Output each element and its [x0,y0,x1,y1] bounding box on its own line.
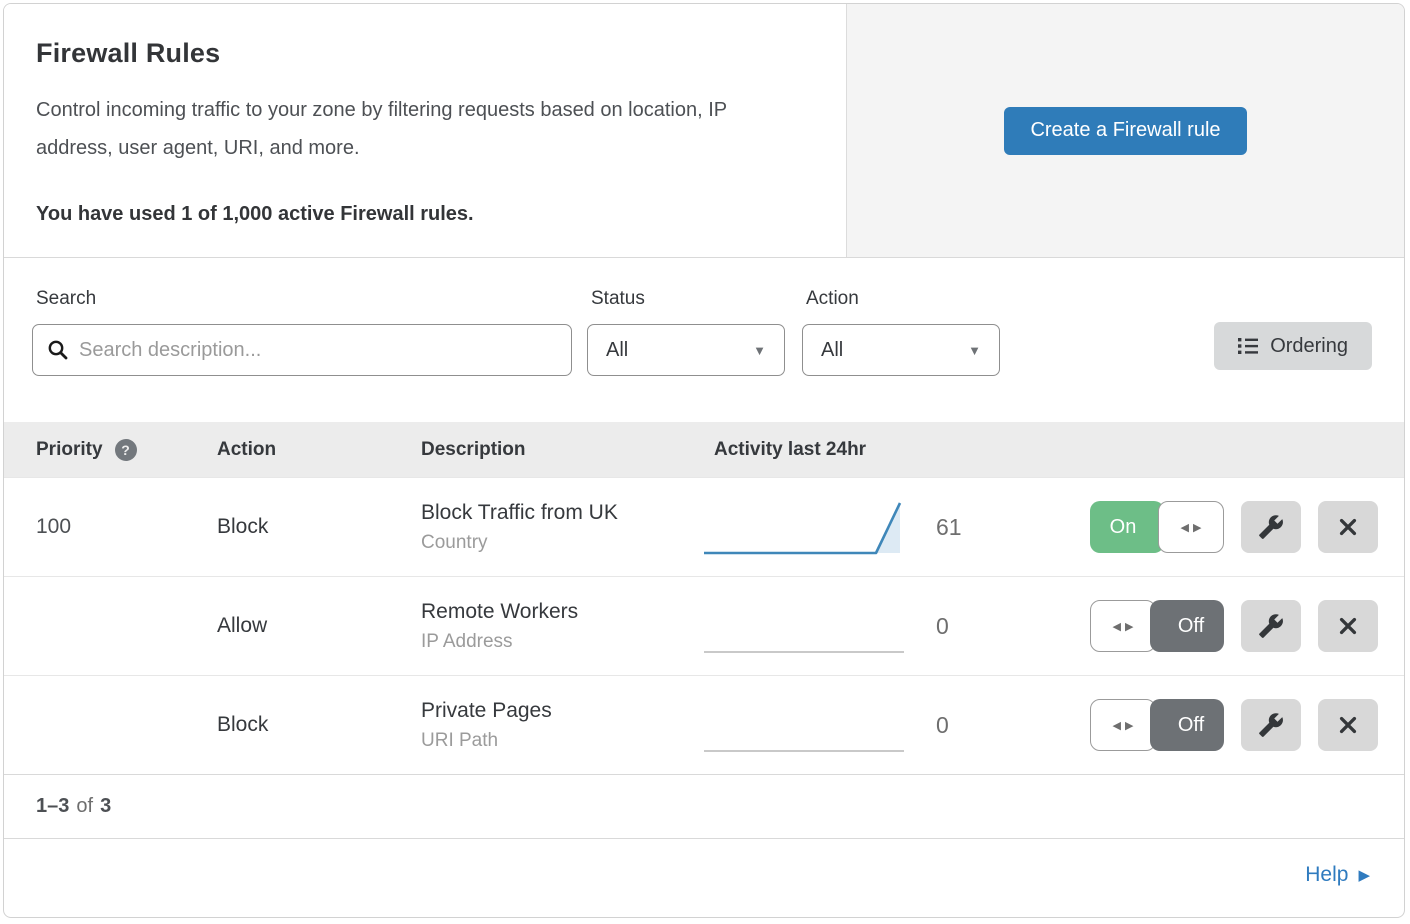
wrench-icon [1258,613,1284,639]
priority-header-label: Priority [36,439,103,461]
rule-activity-cell: 0 [682,595,1060,657]
rule-activity-cell: 0 [682,694,1060,756]
help-row: Help ▶ [4,838,1404,911]
toggle-off-label: Off [1150,699,1224,751]
search-icon [47,339,69,361]
rule-description-cell: Private Pages URI Path [389,699,682,752]
rule-match-type: Country [421,532,682,554]
delete-rule-button[interactable] [1318,501,1378,553]
edit-rule-button[interactable] [1241,699,1301,751]
help-link-label: Help [1305,863,1348,887]
list-ordering-icon [1238,337,1258,355]
activity-count: 0 [936,613,949,640]
activity-count: 0 [936,712,949,739]
search-input[interactable] [79,339,557,362]
chevron-down-icon: ▼ [968,343,981,358]
table-row: 100 Block Block Traffic from UK Country … [4,477,1404,576]
header-text-block: Firewall Rules Control incoming traffic … [4,4,846,257]
rule-activity-cell: 61 [682,496,1060,558]
toggle-on-label: On [1090,501,1164,553]
rule-description: Block Traffic from UK [421,501,682,525]
table-row: Allow Remote Workers IP Address 0 ◀▶ Off [4,576,1404,675]
rule-enabled-toggle[interactable]: ◀▶ Off [1090,699,1224,751]
edit-rule-button[interactable] [1241,600,1301,652]
delete-rule-button[interactable] [1318,699,1378,751]
status-group: Status All ▼ [587,288,785,376]
toggle-handle-icon[interactable]: ◀▶ [1158,501,1224,553]
filter-bar: Search Status All ▼ Action All ▼ [4,258,1404,422]
header-action-panel: Create a Firewall rule [846,4,1404,257]
rule-controls: ◀▶ Off [1060,699,1404,751]
status-selected-value: All [606,339,628,362]
search-label: Search [32,288,572,310]
toggle-handle-icon[interactable]: ◀▶ [1090,699,1156,751]
page-description: Control incoming traffic to your zone by… [36,91,806,167]
toggle-handle-icon[interactable]: ◀▶ [1090,600,1156,652]
rule-action: Block [185,713,389,737]
rule-description-cell: Block Traffic from UK Country [389,501,682,554]
column-header-priority: Priority ? [4,439,185,461]
status-label: Status [587,288,785,310]
activity-sparkline [704,496,904,558]
ordering-button[interactable]: Ordering [1214,322,1372,370]
priority-help-icon[interactable]: ? [115,439,137,461]
firewall-rules-panel: Firewall Rules Control incoming traffic … [3,3,1405,918]
action-group: Action All ▼ [802,288,1000,376]
close-icon [1337,516,1359,538]
search-group: Search [32,288,572,376]
rule-description: Remote Workers [421,600,682,624]
chevron-down-icon: ▼ [753,343,766,358]
pagination-range: 1–3 [36,795,69,818]
wrench-icon [1258,514,1284,540]
edit-rule-button[interactable] [1241,501,1301,553]
rule-enabled-toggle[interactable]: On ◀▶ [1090,501,1224,553]
search-box [32,324,572,376]
activity-sparkline [704,694,904,756]
pagination: 1–3 of 3 [4,774,1404,838]
rule-controls: ◀▶ Off [1060,600,1404,652]
wrench-icon [1258,712,1284,738]
create-firewall-rule-button[interactable]: Create a Firewall rule [1004,107,1246,155]
ordering-button-label: Ordering [1270,335,1348,358]
table-row: Block Private Pages URI Path 0 ◀▶ Off [4,675,1404,774]
action-selected-value: All [821,339,843,362]
usage-note: You have used 1 of 1,000 active Firewall… [36,203,806,226]
status-select[interactable]: All ▼ [587,324,785,376]
rule-action: Block [185,515,389,539]
help-link[interactable]: Help ▶ [1305,863,1370,887]
column-header-activity: Activity last 24hr [682,439,1060,461]
column-header-description: Description [389,439,682,461]
action-select[interactable]: All ▼ [802,324,1000,376]
activity-sparkline [704,595,904,657]
column-header-action: Action [185,439,389,461]
delete-rule-button[interactable] [1318,600,1378,652]
pagination-total: 3 [100,795,111,818]
table-header: Priority ? Action Description Activity l… [4,422,1404,477]
rule-action: Allow [185,614,389,638]
rule-description-cell: Remote Workers IP Address [389,600,682,653]
rule-enabled-toggle[interactable]: ◀▶ Off [1090,600,1224,652]
page-title: Firewall Rules [36,38,806,69]
close-icon [1337,615,1359,637]
rule-controls: On ◀▶ [1060,501,1404,553]
activity-count: 61 [936,514,962,541]
rule-match-type: URI Path [421,730,682,752]
rule-match-type: IP Address [421,631,682,653]
rule-description: Private Pages [421,699,682,723]
arrow-right-icon: ▶ [1358,866,1370,884]
rule-priority: 100 [4,515,185,539]
toggle-off-label: Off [1150,600,1224,652]
action-label: Action [802,288,1000,310]
header: Firewall Rules Control incoming traffic … [4,4,1404,258]
close-icon [1337,714,1359,736]
pagination-of: of [76,795,93,818]
